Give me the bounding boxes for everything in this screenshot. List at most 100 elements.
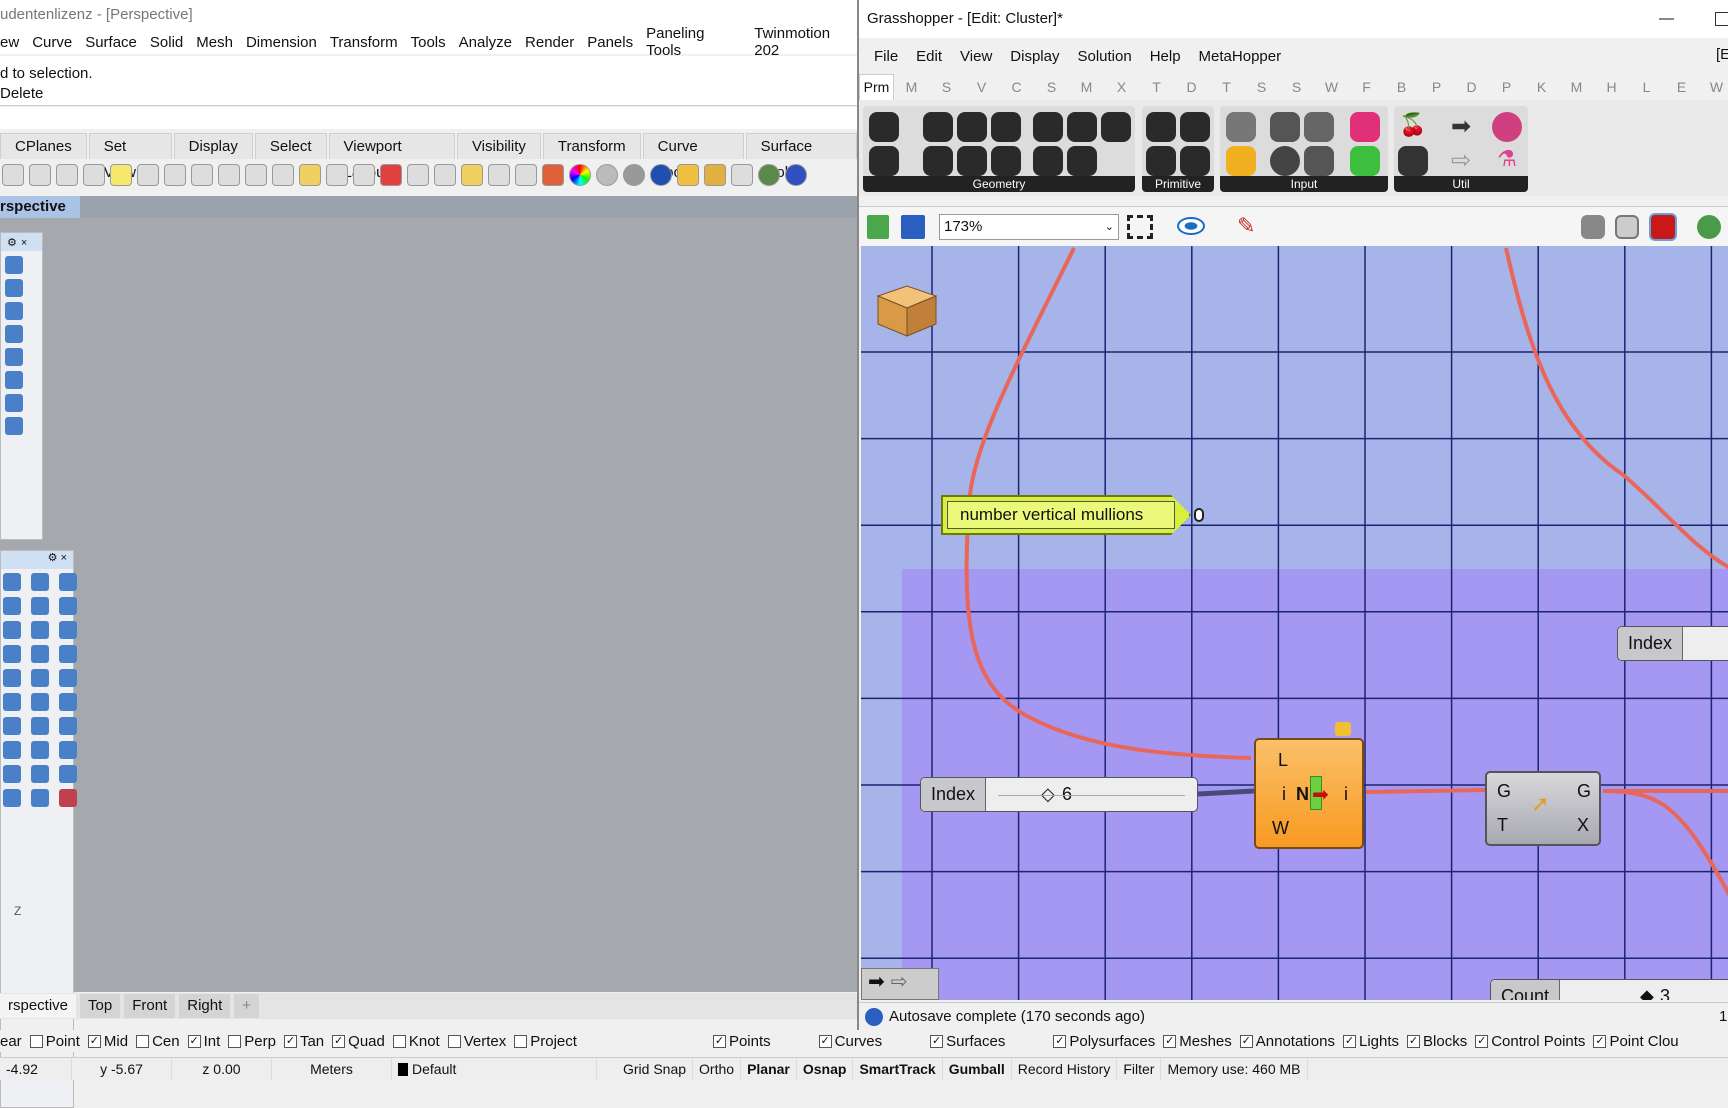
checkbox[interactable]: ✓: [1239, 1035, 1253, 1049]
input-T[interactable]: T: [1497, 815, 1508, 836]
settings-gear-icon[interactable]: [704, 164, 726, 186]
osnap-cen[interactable]: Cen: [136, 1033, 180, 1050]
filter-curves[interactable]: ✓ Curves: [818, 1033, 882, 1050]
ellipsoid-icon[interactable]: [5, 348, 23, 366]
menu-paneling-tools[interactable]: Paneling Tools: [646, 25, 741, 59]
number-slider-icon[interactable]: [1226, 112, 1256, 142]
undo-view-icon[interactable]: [326, 164, 348, 186]
tab-select[interactable]: Select: [254, 133, 327, 159]
status-ortho[interactable]: Ortho: [693, 1057, 742, 1081]
checkbox[interactable]: [447, 1035, 461, 1049]
osnap-perp[interactable]: Perp: [228, 1033, 276, 1050]
light-bulb-icon[interactable]: [488, 164, 510, 186]
tree-icon[interactable]: [1398, 146, 1428, 176]
menu-dimension[interactable]: Dimension: [246, 34, 317, 51]
checkbox[interactable]: ✓: [1053, 1035, 1067, 1049]
cylinder-icon[interactable]: [5, 256, 23, 274]
close-icon[interactable]: ×: [61, 552, 67, 564]
circle-param-icon[interactable]: [923, 112, 953, 142]
plane-param-icon[interactable]: [1067, 146, 1097, 176]
component-list-item[interactable]: L i W N ➡ i: [1254, 738, 1364, 849]
zoom-extents-icon[interactable]: [272, 164, 294, 186]
menu-view[interactable]: View: [960, 48, 992, 65]
curve-param-icon[interactable]: [957, 112, 987, 142]
menu-panels[interactable]: Panels: [587, 34, 633, 51]
solid-tool-icon[interactable]: [3, 573, 21, 591]
checkbox[interactable]: [228, 1035, 242, 1049]
menu-display[interactable]: Display: [1010, 48, 1059, 65]
slider-track[interactable]: ◇ 6: [986, 778, 1197, 811]
tab-cplanes[interactable]: CPlanes: [0, 133, 87, 159]
object-snap-icon[interactable]: [461, 164, 483, 186]
cherry-icon[interactable]: 🍒: [1398, 112, 1428, 142]
menu-curve[interactable]: Curve: [32, 34, 72, 51]
output-G[interactable]: G: [1577, 781, 1591, 802]
checkbox[interactable]: [392, 1035, 406, 1049]
solid-tool-icon[interactable]: [3, 789, 21, 807]
osnap-mid[interactable]: ✓ Mid: [87, 1033, 128, 1050]
menu-tools[interactable]: Tools: [411, 34, 446, 51]
tab-display[interactable]: Display: [173, 133, 253, 159]
panel-number-vertical-mullions[interactable]: number vertical mullions: [941, 495, 1191, 535]
checkbox[interactable]: ✓: [283, 1035, 297, 1049]
grid-icon[interactable]: [407, 164, 429, 186]
add-viewport-button[interactable]: +: [234, 994, 260, 1018]
render-sphere-icon[interactable]: [650, 164, 672, 186]
solid-tool-icon[interactable]: [31, 597, 49, 615]
copy-icon[interactable]: [83, 164, 105, 186]
filter-point-clou[interactable]: ✓ Point Clou: [1593, 1033, 1679, 1050]
properties-icon[interactable]: [29, 164, 51, 186]
input-W[interactable]: W: [1272, 818, 1289, 839]
component-tab[interactable]: V: [964, 79, 999, 95]
osnap-point[interactable]: Point: [29, 1033, 80, 1050]
rendered-sphere-icon[interactable]: [623, 164, 645, 186]
solid-tool-icon[interactable]: [59, 621, 77, 639]
output-i[interactable]: i: [1344, 784, 1348, 805]
component-tab[interactable]: F: [1349, 79, 1384, 95]
menu-surface[interactable]: Surface: [85, 34, 137, 51]
text-object-icon[interactable]: [5, 417, 23, 435]
zoom-dropdown[interactable]: 173% ⌄: [939, 214, 1119, 240]
solid-tool-icon[interactable]: [3, 597, 21, 615]
status-record-history[interactable]: Record History: [1012, 1057, 1118, 1081]
component-tab[interactable]: P: [1489, 79, 1524, 95]
minimize-button[interactable]: —: [1659, 0, 1674, 38]
input-G[interactable]: G: [1497, 781, 1511, 802]
sketch-pen-icon[interactable]: ✎: [1237, 213, 1255, 239]
solid-tool-icon[interactable]: [31, 789, 49, 807]
component-tab[interactable]: S: [1279, 79, 1314, 95]
input-i[interactable]: i: [1282, 784, 1286, 805]
menu-solid[interactable]: Solid: [150, 34, 183, 51]
arc-param-icon[interactable]: [923, 146, 953, 176]
arrow-right-icon[interactable]: ➡: [868, 971, 885, 993]
warning-balloon[interactable]: [1335, 722, 1351, 736]
param-icon[interactable]: [869, 112, 899, 142]
solid-tool-icon[interactable]: [59, 717, 77, 735]
flask-icon[interactable]: ⚗: [1492, 146, 1522, 176]
cplane-icon[interactable]: [434, 164, 456, 186]
component-tab[interactable]: W: [1699, 79, 1728, 95]
integer-param-icon[interactable]: [1146, 146, 1176, 176]
status-smarttrack[interactable]: SmartTrack: [853, 1057, 943, 1081]
arrow-outline-icon[interactable]: ⇨: [1446, 146, 1476, 176]
tab-front[interactable]: Front: [124, 994, 176, 1018]
checkbox[interactable]: [29, 1035, 43, 1049]
filter-points[interactable]: ✓ Points: [712, 1033, 771, 1050]
arrow-right-icon[interactable]: ➡: [1446, 112, 1476, 142]
solid-tool-icon[interactable]: [59, 645, 77, 663]
pipe-icon[interactable]: [5, 394, 23, 412]
field-param-icon[interactable]: [1101, 112, 1131, 142]
boolean-param-icon[interactable]: [1146, 112, 1176, 142]
rectangle-param-icon[interactable]: [991, 146, 1021, 176]
solid-tool-icon[interactable]: [31, 573, 49, 591]
box-param-icon[interactable]: [1033, 146, 1063, 176]
tab-visibility[interactable]: Visibility: [456, 133, 541, 159]
grasshopper-canvas[interactable]: number vertical mullions Index Index ◇ 6 …: [861, 246, 1728, 1000]
checkbox[interactable]: [514, 1035, 528, 1049]
tab-transform[interactable]: Transform: [542, 133, 641, 159]
pan-icon[interactable]: [164, 164, 186, 186]
zoom-icon[interactable]: [218, 164, 240, 186]
checkbox[interactable]: ✓: [930, 1035, 944, 1049]
filter-lights[interactable]: ✓ Lights: [1343, 1033, 1399, 1050]
component-tab[interactable]: S: [1034, 79, 1069, 95]
